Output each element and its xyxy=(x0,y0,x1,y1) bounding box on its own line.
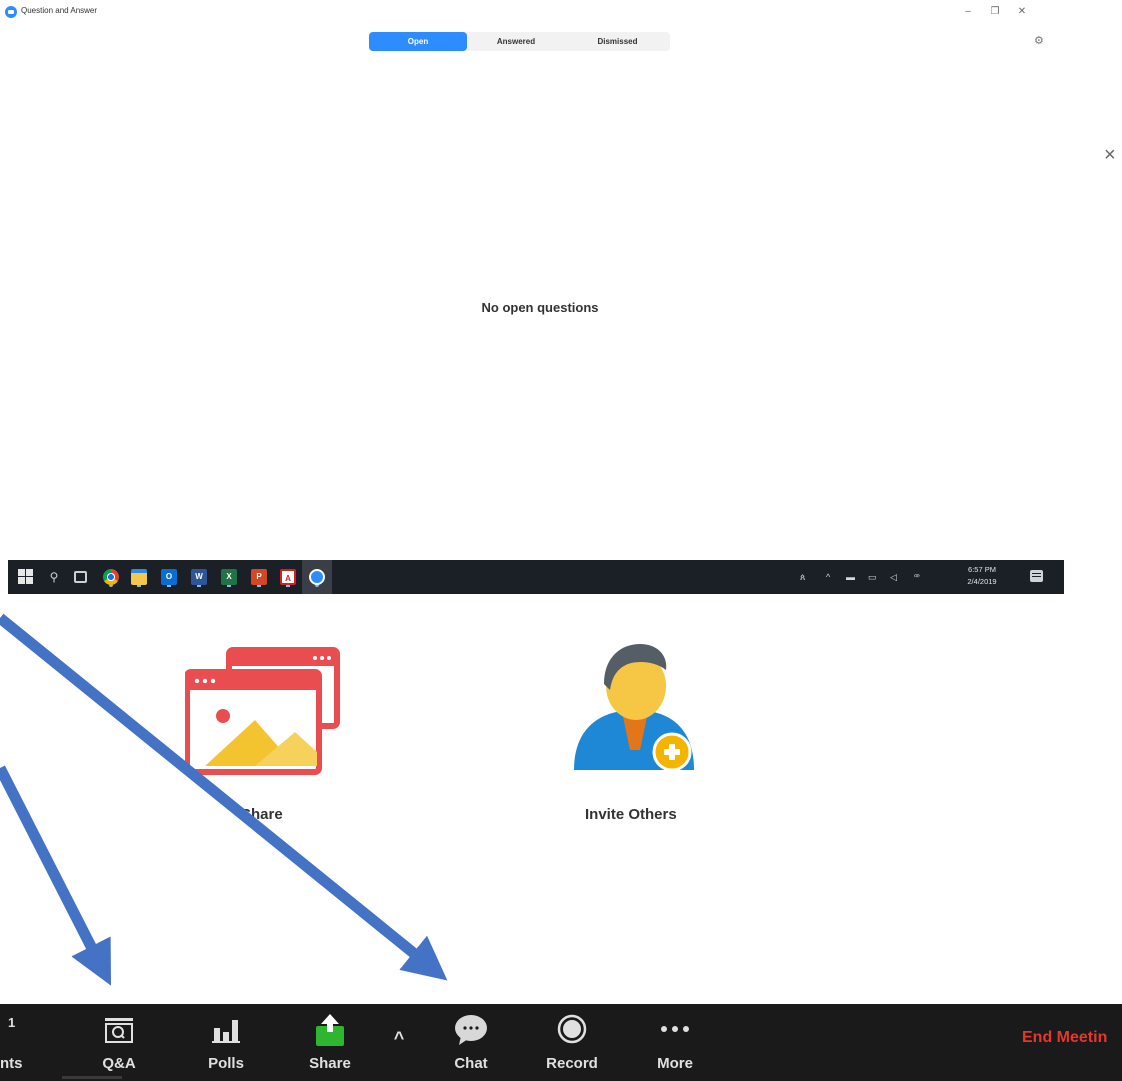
share-screen-toolbar-icon xyxy=(316,1014,344,1046)
chat-button[interactable]: Chat xyxy=(440,1004,502,1081)
chevron-up-icon: ^ xyxy=(393,1028,405,1048)
taskbar-clock[interactable]: 6:57 PM 2/4/2019 xyxy=(962,564,1002,588)
show-hidden-icons-icon[interactable]: ^ xyxy=(826,571,830,583)
qa-active-indicator xyxy=(62,1076,122,1079)
share-options-caret[interactable]: ^ xyxy=(384,1004,414,1081)
minimize-button[interactable]: – xyxy=(958,3,978,21)
gear-icon[interactable]: ⚙ xyxy=(1034,34,1044,47)
people-icon[interactable]: ጰ xyxy=(800,571,805,583)
network-icon[interactable]: ▭ xyxy=(868,571,877,583)
qa-titlebar: Question and Answer – ❐ ✕ xyxy=(0,0,1064,26)
file-explorer-icon[interactable] xyxy=(131,569,147,585)
taskbar-edge xyxy=(0,560,8,594)
search-icon[interactable]: ⚲ xyxy=(46,569,62,585)
participants-label: nts xyxy=(0,1055,23,1072)
battery-icon[interactable]: ▬ xyxy=(846,571,855,583)
chrome-icon[interactable] xyxy=(103,569,119,585)
qa-window: Question and Answer – ❐ ✕ Open Answered … xyxy=(0,0,1064,560)
qa-button[interactable]: Q&A xyxy=(95,1004,143,1081)
end-meeting-button[interactable]: End Meetin xyxy=(1022,1029,1107,1047)
close-icon[interactable]: × xyxy=(1104,144,1116,166)
pen-icon[interactable]: ꟹ xyxy=(914,571,920,583)
tab-open[interactable]: Open xyxy=(369,32,467,51)
empty-state-message: No open questions xyxy=(481,300,599,315)
polls-button[interactable]: Polls xyxy=(200,1004,252,1081)
more-button[interactable]: More xyxy=(644,1004,706,1081)
qa-icon xyxy=(105,1018,133,1043)
zoom-logo-icon xyxy=(5,6,17,18)
more-dots-icon xyxy=(661,1026,689,1032)
record-icon xyxy=(557,1014,587,1044)
word-icon[interactable]: W xyxy=(191,569,207,585)
volume-icon[interactable]: ◁ xyxy=(890,571,897,583)
invite-person-icon xyxy=(574,644,694,772)
clock-time: 6:57 PM xyxy=(968,565,996,574)
arrow-to-qa xyxy=(0,765,111,986)
meeting-toolbar: 1 nts Q&A Polls Share ^ Chat Record More xyxy=(0,1004,1122,1081)
share-label-toolbar: Share xyxy=(309,1055,351,1072)
qa-tab-bar: Open Answered Dismissed xyxy=(369,32,670,51)
action-center-icon[interactable] xyxy=(1030,570,1043,582)
chat-label: Chat xyxy=(454,1055,488,1072)
windows-start-icon[interactable] xyxy=(18,569,34,585)
task-view-icon[interactable] xyxy=(74,571,87,583)
excel-icon[interactable]: X xyxy=(221,569,237,585)
windows-taskbar: ⚲ O W X P A ጰ ^ ▬ ▭ ◁ ꟹ 6:57 PM 2/4/2019 xyxy=(0,560,1064,594)
more-label: More xyxy=(657,1055,693,1072)
zoom-taskbar-icon[interactable] xyxy=(309,569,325,585)
participants-count: 1 xyxy=(8,1015,16,1030)
participants-button[interactable]: 1 nts xyxy=(0,1004,40,1081)
polls-icon xyxy=(212,1020,240,1043)
polls-label: Polls xyxy=(208,1055,244,1072)
tab-dismissed[interactable]: Dismissed xyxy=(565,32,670,51)
outlook-icon[interactable]: O xyxy=(161,569,177,585)
chat-icon xyxy=(455,1015,487,1045)
window-title: Question and Answer xyxy=(21,6,98,15)
qa-label: Q&A xyxy=(102,1055,136,1072)
close-window-button[interactable]: ✕ xyxy=(1012,3,1032,21)
share-screen-button[interactable]: Share xyxy=(300,1004,360,1081)
record-button[interactable]: Record xyxy=(540,1004,604,1081)
acrobat-icon[interactable]: A xyxy=(280,569,296,585)
tab-answered[interactable]: Answered xyxy=(467,32,565,51)
share-label: Share xyxy=(241,806,283,823)
powerpoint-icon[interactable]: P xyxy=(251,569,267,585)
share-screen-icon xyxy=(185,647,340,775)
invite-others-label: Invite Others xyxy=(585,806,677,823)
record-label: Record xyxy=(546,1055,598,1072)
restore-button[interactable]: ❐ xyxy=(985,3,1005,21)
clock-date: 2/4/2019 xyxy=(967,577,997,586)
